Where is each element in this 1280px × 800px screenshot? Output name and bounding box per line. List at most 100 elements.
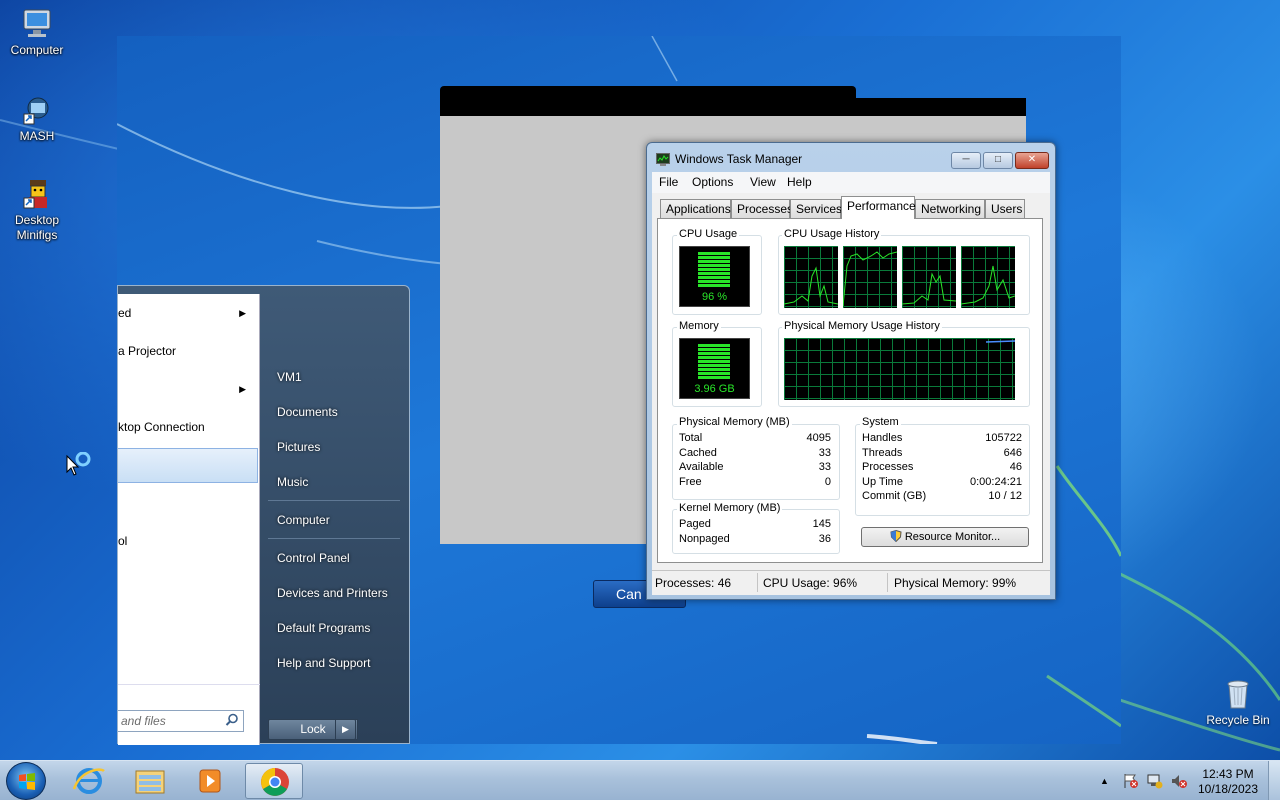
system-label: System (860, 416, 901, 428)
start-menu-pictures[interactable]: Pictures (277, 439, 320, 455)
memory-meter-bars (698, 344, 730, 380)
meter-bar (698, 352, 730, 355)
start-menu-default-programs[interactable]: Default Programs (277, 620, 370, 636)
meter-bar (698, 256, 730, 259)
meter-bar (698, 276, 730, 279)
stat-processes: Processes 46 (862, 461, 1022, 473)
menu-view[interactable]: View (750, 175, 776, 189)
start-menu-item[interactable]: ▶ (118, 378, 256, 400)
start-menu-help-support[interactable]: Help and Support (277, 655, 370, 671)
network-icon[interactable] (1146, 773, 1164, 792)
cpu-core-graph (902, 246, 956, 308)
start-menu-search-input[interactable]: and files (118, 710, 244, 732)
meter-bar (698, 364, 730, 367)
memory-history-graph (784, 338, 1015, 400)
status-bar: Processes: 46 CPU Usage: 96% Physical Me… (652, 570, 1050, 595)
start-menu-music[interactable]: Music (277, 474, 308, 490)
meter-bar (698, 356, 730, 359)
start-menu-documents[interactable]: Documents (277, 404, 338, 420)
start-menu-divider (268, 538, 400, 539)
desktop-icon-label: MASH (19, 129, 55, 143)
menu-options[interactable]: Options (692, 175, 733, 189)
show-desktop-button[interactable] (1268, 761, 1280, 800)
cpu-core-graph (784, 246, 838, 308)
start-menu-item[interactable]: ol (118, 530, 256, 552)
meter-bar (698, 360, 730, 363)
meter-bar (698, 344, 730, 347)
meter-bar (698, 368, 730, 371)
tab-processes[interactable]: Processes (731, 199, 793, 218)
start-menu-item[interactable]: ed ▶ (118, 302, 256, 324)
windows-logo-icon (19, 773, 35, 790)
taskbar-media-player[interactable] (182, 763, 240, 799)
restore-icon: □ (994, 154, 1002, 165)
desktop-icon-label: Computer (10, 43, 64, 57)
cpu-core-graph (843, 246, 897, 308)
search-icon (225, 713, 239, 727)
chrome-icon (261, 768, 289, 796)
stat-available: Available 33 (679, 461, 831, 473)
stat-handles: Handles 105722 (862, 432, 1022, 444)
minifig-icon (20, 178, 54, 210)
cpu-usage-label: CPU Usage (677, 228, 740, 240)
start-menu: ed ▶ a Projector ▶ ktop Connection ol an… (117, 285, 410, 745)
desktop-icon-minifigs[interactable]: Desktop Minifigs (0, 178, 74, 243)
menu-help[interactable]: Help (787, 175, 812, 189)
meter-bar (698, 348, 730, 351)
start-menu-computer[interactable]: Computer (277, 512, 330, 528)
desktop-icon-recycle-bin[interactable]: Recycle Bin (1200, 678, 1276, 727)
taskbar-internet-explorer[interactable] (60, 763, 118, 799)
memory-value: 3.96 GB (694, 383, 735, 395)
tab-services[interactable]: Services (790, 199, 842, 218)
desktop-icon-mash[interactable]: MASH (0, 94, 74, 144)
mash-app-icon (20, 94, 54, 126)
menu-file[interactable]: File (659, 175, 678, 189)
start-menu-item[interactable]: a Projector (118, 340, 256, 362)
tab-networking[interactable]: Networking (915, 199, 985, 218)
recycle-bin-icon (1224, 678, 1252, 710)
meter-bar (698, 376, 730, 379)
stat-cached: Cached 33 (679, 447, 831, 459)
close-button[interactable]: ✕ (1015, 152, 1049, 169)
tab-users[interactable]: Users (985, 199, 1025, 218)
show-hidden-icons-button[interactable]: ▲ (1100, 773, 1109, 787)
mouse-cursor (66, 451, 94, 481)
stat-uptime: Up Time 0:00:24:21 (862, 476, 1022, 488)
status-divider (887, 573, 888, 592)
start-menu-user-folder[interactable]: VM1 (277, 369, 302, 385)
stat-commit: Commit (GB) 10 / 12 (862, 490, 1022, 502)
tab-performance[interactable]: Performance (841, 196, 916, 219)
meter-bar (698, 272, 730, 275)
desktop-icon-label: Desktop Minifigs (14, 213, 60, 242)
desktop-icon-computer[interactable]: Computer (0, 8, 74, 58)
start-menu-control-panel[interactable]: Control Panel (277, 550, 350, 566)
taskbar-clock[interactable]: 12:43 PM 10/18/2023 (1192, 767, 1264, 797)
maximize-button[interactable]: □ (983, 152, 1013, 169)
minimize-button[interactable]: ─ (951, 152, 981, 169)
minimize-icon: ─ (962, 154, 970, 165)
resource-monitor-button[interactable]: Resource Monitor... (861, 527, 1029, 547)
memory-label: Memory (677, 320, 721, 332)
shutdown-options-button[interactable]: ▶ (335, 719, 356, 740)
menu-bar: File Options View Help (652, 172, 1050, 193)
start-menu-item[interactable]: ktop Connection (118, 416, 256, 438)
meter-bar (698, 280, 730, 283)
volume-icon[interactable] (1170, 773, 1188, 792)
clock-time: 12:43 PM (1202, 767, 1254, 781)
meter-bar (698, 268, 730, 271)
start-menu-selected-item[interactable] (118, 448, 258, 483)
action-center-icon[interactable] (1122, 773, 1140, 792)
task-manager-window: Windows Task Manager ─ □ ✕ File Options … (646, 142, 1056, 600)
start-menu-devices-printers[interactable]: Devices and Printers (277, 585, 388, 601)
tab-applications[interactable]: Applications (660, 199, 731, 218)
cpu-usage-value: 96 % (701, 291, 728, 303)
media-player-icon (199, 769, 221, 793)
close-icon: ✕ (1027, 154, 1037, 165)
internet-explorer-icon (72, 768, 105, 794)
start-button[interactable] (6, 762, 46, 800)
windows-explorer-icon (135, 770, 165, 794)
taskbar-windows-explorer[interactable] (121, 763, 179, 799)
chevron-right-icon: ▶ (342, 724, 349, 734)
taskbar-chrome[interactable] (245, 763, 303, 799)
clock-date: 10/18/2023 (1197, 782, 1259, 796)
